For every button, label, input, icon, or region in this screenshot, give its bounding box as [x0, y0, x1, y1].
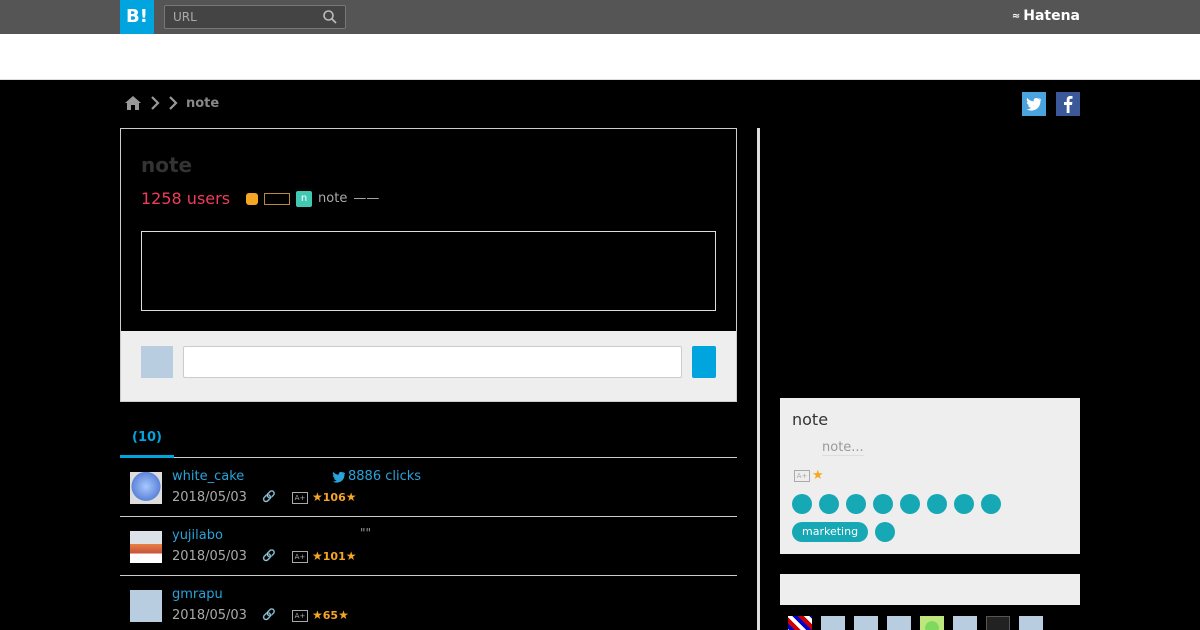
- user-name[interactable]: gmrapu: [172, 587, 223, 602]
- add-bookmark-button[interactable]: [692, 346, 716, 378]
- user-name[interactable]: yujilabo: [172, 528, 223, 543]
- star-count[interactable]: ★ 101 ★: [312, 549, 357, 563]
- list-item: gmrapu 2018/05/03 🔗 A+ ★ 65 ★: [120, 576, 737, 630]
- star-icon: ★: [345, 549, 357, 563]
- tag-list: marketing: [792, 494, 1072, 542]
- star-icon: ★: [312, 490, 323, 504]
- site-title[interactable]: note: [792, 410, 828, 429]
- global-header: B! ≈ Hatena: [0, 0, 1200, 34]
- add-star-icon[interactable]: A+: [292, 551, 308, 563]
- twitter-icon: [1026, 97, 1042, 111]
- brand-label: Hatena: [1023, 8, 1080, 24]
- avatar[interactable]: [986, 616, 1010, 630]
- hatena-icon: ≈: [1011, 10, 1020, 22]
- star-icon: ★: [312, 608, 323, 622]
- star-icon: ★: [345, 490, 357, 504]
- avatar[interactable]: [953, 616, 977, 630]
- search-box: [164, 5, 346, 29]
- star-count[interactable]: ★ 106 ★: [312, 490, 357, 504]
- tag-item[interactable]: [927, 494, 947, 514]
- home-icon[interactable]: [124, 95, 142, 111]
- search-input[interactable]: [165, 6, 315, 28]
- avatar[interactable]: [854, 616, 878, 630]
- sidebar-section-header: [780, 574, 1080, 605]
- entry-preview[interactable]: [141, 231, 716, 311]
- bookmark-date[interactable]: 2018/05/03: [172, 549, 247, 564]
- star-count[interactable]: ★ 65 ★: [312, 608, 349, 622]
- link-icon[interactable]: 🔗: [262, 490, 276, 503]
- my-avatar: [141, 346, 173, 378]
- user-name[interactable]: white_cake: [172, 469, 244, 484]
- add-star-icon[interactable]: A+: [794, 469, 810, 482]
- avatar[interactable]: [887, 616, 911, 630]
- star-icon: ★: [312, 549, 323, 563]
- facebook-icon: [1064, 96, 1073, 113]
- breadcrumb-current: note: [186, 95, 220, 111]
- entry-meta: 1258 users n note ——: [141, 189, 379, 208]
- search-icon[interactable]: [323, 10, 337, 24]
- link-icon[interactable]: 🔗: [262, 549, 276, 562]
- site-separator: ——: [353, 191, 380, 206]
- column-divider: [757, 128, 760, 630]
- tab-popular[interactable]: (10): [120, 420, 174, 458]
- star-icon: ★: [338, 608, 349, 622]
- add-star-icon[interactable]: A+: [292, 610, 308, 622]
- tag-item[interactable]: [900, 494, 920, 514]
- sidebar-user-avatars: [788, 616, 1043, 630]
- chevron-right-icon: [169, 96, 178, 110]
- avatar[interactable]: [1019, 616, 1043, 630]
- add-star-icon[interactable]: A+: [292, 492, 308, 504]
- twitter-share-button[interactable]: [1022, 92, 1046, 116]
- tag-item[interactable]: [792, 494, 812, 514]
- category-icon: [264, 192, 291, 205]
- tag-item[interactable]: [819, 494, 839, 514]
- users-count[interactable]: 1258 users: [141, 189, 230, 208]
- chevron-right-icon: [151, 96, 160, 110]
- hatena-bookmark-logo[interactable]: B!: [120, 0, 154, 34]
- site-description: note...: [822, 440, 864, 456]
- avatar[interactable]: [788, 616, 812, 630]
- bookmark-list: white_cake 8886 clicks 2018/05/03 🔗 A+ ★…: [120, 458, 737, 630]
- share-buttons: [1022, 92, 1080, 116]
- entry-title[interactable]: note: [141, 153, 192, 177]
- list-item: yujilabo "" 2018/05/03 🔗 A+ ★ 101 ★: [120, 517, 737, 576]
- bookmark-date[interactable]: 2018/05/03: [172, 608, 247, 623]
- entry-card: note 1258 users n note ——: [120, 128, 737, 402]
- site-stars: A+ ★: [794, 468, 824, 483]
- bookmark-comment: "": [360, 526, 372, 540]
- site-info-panel: note note... A+ ★ marketing: [780, 398, 1080, 554]
- breadcrumb: note: [124, 94, 219, 112]
- tag-item[interactable]: [954, 494, 974, 514]
- site-name[interactable]: note: [318, 191, 347, 206]
- avatar[interactable]: [130, 531, 162, 563]
- click-count[interactable]: 8886 clicks: [332, 469, 421, 484]
- avatar[interactable]: [130, 472, 162, 504]
- bookmark-date[interactable]: 2018/05/03: [172, 490, 247, 505]
- tag-item[interactable]: [875, 522, 896, 542]
- tag-item-marketing[interactable]: marketing: [792, 522, 869, 542]
- bookmark-compose: [121, 331, 736, 401]
- star-count-label: 106: [322, 490, 346, 504]
- tag-item[interactable]: [873, 494, 893, 514]
- avatar[interactable]: [920, 616, 944, 630]
- bookmark-tabs: (10): [120, 420, 737, 458]
- facebook-share-button[interactable]: [1056, 92, 1080, 116]
- sub-header: [0, 34, 1200, 80]
- star-count-label: 101: [322, 549, 346, 563]
- twitter-icon: [332, 471, 346, 483]
- note-site-icon: n: [296, 190, 313, 207]
- avatar[interactable]: [821, 616, 845, 630]
- click-count-label: 8886 clicks: [348, 469, 422, 484]
- list-item: white_cake 8886 clicks 2018/05/03 🔗 A+ ★…: [120, 458, 737, 517]
- comment-input[interactable]: [183, 346, 682, 378]
- link-icon[interactable]: 🔗: [262, 608, 276, 621]
- tag-item[interactable]: [981, 494, 1001, 514]
- star-count-label: 65: [322, 608, 339, 622]
- star-icon: ★: [812, 468, 824, 483]
- avatar[interactable]: [130, 590, 162, 622]
- hatena-brand-link[interactable]: ≈ Hatena: [1012, 8, 1080, 24]
- favicon-icon: [246, 192, 259, 205]
- tag-item[interactable]: [846, 494, 866, 514]
